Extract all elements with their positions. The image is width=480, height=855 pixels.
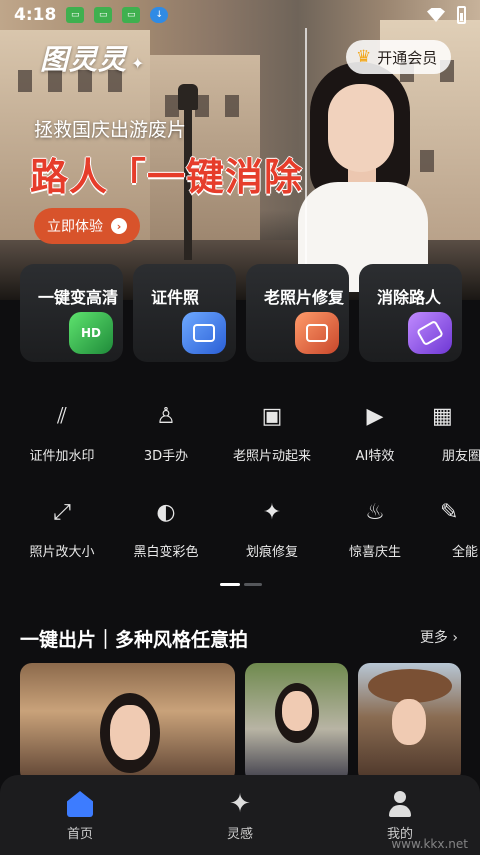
more-link[interactable]: 更多 › [420,627,458,647]
vip-label: 开通会员 [377,48,438,67]
style-photo-card[interactable] [358,663,461,783]
tool-watermark[interactable]: ⫽ 证件加水印 [14,403,110,464]
card-label: 消除路人 [377,288,442,307]
grid-icon: ▦ [432,404,453,429]
tool-3d-figure[interactable]: ♙ 3D手办 [118,403,214,464]
nav-inspiration[interactable]: ✦ 灵感 [160,775,320,855]
tv-app-icon: ▭ [122,7,141,23]
eraser-icon [408,312,452,354]
status-time: 4:18 [14,5,57,25]
wifi-icon [427,8,445,22]
page-dot-active [220,583,240,586]
bottom-nav: 首页 ✦ 灵感 我的 www.kkx.net [0,775,480,855]
hd-icon: HD [69,312,113,354]
tool-resize[interactable]: ⤢ 照片改大小 [14,499,110,560]
section-title: 一键出片｜多种风格任意拍 [20,629,249,651]
palette-icon: ◐ [156,500,176,525]
before-after-divider [305,28,307,278]
hero-subtitle: 拯救国庆出游废片 [34,119,187,141]
cake-icon: ♨ [365,500,385,525]
tool-label: AI特效 [355,449,395,464]
tv-app-icon: ▭ [66,7,85,23]
tool-colorize[interactable]: ◐ 黑白变彩色 [118,499,214,560]
edit-icon: ✎ [440,500,459,525]
id-photo-icon [182,312,226,354]
tool-label: 老照片动起来 [232,449,311,464]
tool-label: 朋友圈 [442,449,480,464]
app-logo: 图灵灵 ✦ [40,43,146,76]
try-now-button[interactable]: 立即体验 › [34,208,140,244]
animate-photo-icon: ▣ [261,404,283,429]
user-icon [387,791,413,817]
tool-label: 黑白变彩色 [133,545,199,560]
tool-label: 全能 [452,545,479,560]
status-bar: 4:18 ▭ ▭ ▭ ↓ [0,0,480,30]
site-watermark: www.kkx.net [391,837,468,851]
arrow-right-icon: › [111,218,127,234]
tv-app-icon: ▭ [94,7,113,23]
hero-headline: 路人「一键消除 [30,155,304,199]
card-hd[interactable]: 一键变高清 HD [20,264,123,362]
nav-label: 首页 [66,827,93,842]
sparkle-icon: ✦ [131,54,146,73]
building-window [225,95,239,117]
tool-label: 惊喜庆生 [348,545,401,560]
tool-animate-photo[interactable]: ▣ 老照片动起来 [224,403,320,464]
card-id-photo[interactable]: 证件照 [133,264,236,362]
watermark-icon: ⫽ [57,404,67,429]
page-indicator [220,583,262,586]
figure-icon: ♙ [156,404,176,429]
style-photo-card[interactable] [245,663,348,783]
vip-button[interactable]: ♛ 开通会员 [346,40,452,74]
nav-label: 灵感 [226,827,253,842]
repair-icon: ✦ [262,500,282,525]
tool-label: 划痕修复 [245,545,298,560]
card-label: 一键变高清 [38,288,119,307]
tool-birthday[interactable]: ♨ 惊喜庆生 [327,499,423,560]
page-dot [244,583,262,586]
tool-label: 3D手办 [143,449,189,464]
download-icon: ↓ [150,7,169,23]
card-label: 证件照 [151,288,200,307]
tool-label: 照片改大小 [29,545,95,560]
tool-label: 证件加水印 [29,449,95,464]
battery-icon [457,6,466,24]
tool-ai-effects[interactable]: ▶ AI特效 [327,403,423,464]
try-now-label: 立即体验 [47,219,103,235]
crown-icon: ♛ [356,47,372,67]
style-photo-list [20,663,480,783]
portrait-woman [288,62,438,292]
resize-icon: ⤢ [53,500,71,525]
home-icon [67,791,93,817]
tool-all-round[interactable]: ✎ 全能 [440,499,480,560]
building-window [165,95,179,117]
film-icon: ▶ [366,404,384,429]
card-old-photo[interactable]: 老照片修复 [246,264,349,362]
sparkle-icon: ✦ [229,789,251,819]
nav-home[interactable]: 首页 [0,775,160,855]
tool-scratch-repair[interactable]: ✦ 划痕修复 [224,499,320,560]
style-photo-card[interactable] [20,663,235,783]
tool-moments[interactable]: ▦ 朋友圈 [432,403,480,464]
old-photo-icon [295,312,339,354]
card-erase-passerby[interactable]: 消除路人 [359,264,462,362]
card-label: 老照片修复 [264,288,345,307]
feature-cards: 一键变高清 HD 证件照 老照片修复 消除路人 [20,264,480,362]
hero-banner[interactable]: 图灵灵 ✦ ♛ 开通会员 拯救国庆出游废片 路人「一键消除 立即体验 › [0,0,480,300]
tool-grid: ⫽ 证件加水印 ♙ 3D手办 ▣ 老照片动起来 ▶ AI特效 ▦ 朋友圈 ⤢ 照… [0,395,480,575]
building-window [18,70,32,92]
